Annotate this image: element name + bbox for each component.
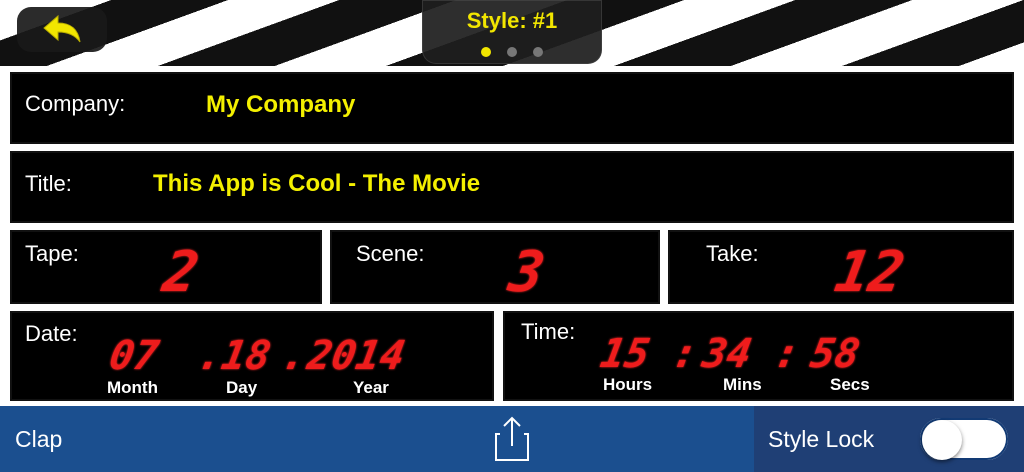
style-selector[interactable]: Style: #1 — [422, 0, 602, 64]
company-field[interactable]: Company: My Company — [10, 72, 1014, 144]
scene-label: Scene: — [356, 241, 425, 266]
day-label: Day — [226, 378, 258, 397]
time-mins: 34 — [698, 331, 756, 377]
clap-label: Clap — [15, 426, 63, 452]
page-indicator — [423, 47, 601, 57]
style-lock-area: Style Lock — [754, 406, 1024, 472]
scene-value: 3 — [504, 240, 550, 305]
style-lock-toggle[interactable] — [918, 416, 1010, 462]
company-value: My Company — [206, 91, 356, 118]
hours-label: Hours — [603, 375, 653, 394]
time-field[interactable]: Time: 15 : 34 : 58 Hours Mins Secs — [503, 311, 1014, 401]
page-dot[interactable] — [507, 47, 517, 57]
title-value: This App is Cool - The Movie — [153, 170, 481, 197]
company-label: Company: — [25, 91, 126, 116]
share-icon — [495, 416, 529, 461]
title-label: Title: — [25, 171, 72, 196]
mins-label: Mins — [723, 375, 762, 394]
take-value: 12 — [830, 240, 910, 305]
date-field[interactable]: Date: 07 . 18 . 2014 Month Day Year — [10, 311, 494, 401]
scene-field[interactable]: Scene: 3 — [330, 230, 660, 305]
time-label: Time: — [521, 319, 576, 344]
title-field[interactable]: Title: This App is Cool - The Movie — [10, 151, 1014, 223]
page-dot[interactable] — [533, 47, 543, 57]
bottom-toolbar: Clap Style Lock — [0, 406, 1024, 472]
secs-label: Secs — [830, 375, 870, 394]
take-field[interactable]: Take: 12 — [668, 230, 1014, 305]
toggle-knob — [922, 420, 962, 460]
style-lock-label: Style Lock — [768, 426, 875, 452]
back-arrow-icon — [43, 14, 81, 42]
time-hours: 15 — [596, 331, 654, 377]
date-month: 07 — [105, 333, 163, 379]
date-year: 2014 — [303, 333, 409, 379]
page-dot[interactable] — [481, 47, 491, 57]
style-title: Style: #1 — [466, 8, 558, 33]
tape-field[interactable]: Tape: 2 — [10, 230, 322, 305]
take-label: Take: — [706, 241, 759, 266]
share-button[interactable] — [490, 414, 534, 464]
time-separator: : — [770, 331, 804, 377]
date-day: 18 — [217, 333, 275, 379]
time-separator: : — [668, 331, 702, 377]
back-button[interactable] — [17, 7, 107, 52]
date-label: Date: — [25, 321, 78, 346]
time-secs: 58 — [806, 331, 864, 377]
clap-button[interactable]: Clap — [0, 406, 420, 472]
month-label: Month — [107, 378, 158, 397]
clapper-stripes: Style: #1 — [0, 0, 1024, 66]
year-label: Year — [353, 378, 389, 397]
tape-value: 2 — [158, 240, 204, 305]
tape-label: Tape: — [25, 241, 79, 266]
